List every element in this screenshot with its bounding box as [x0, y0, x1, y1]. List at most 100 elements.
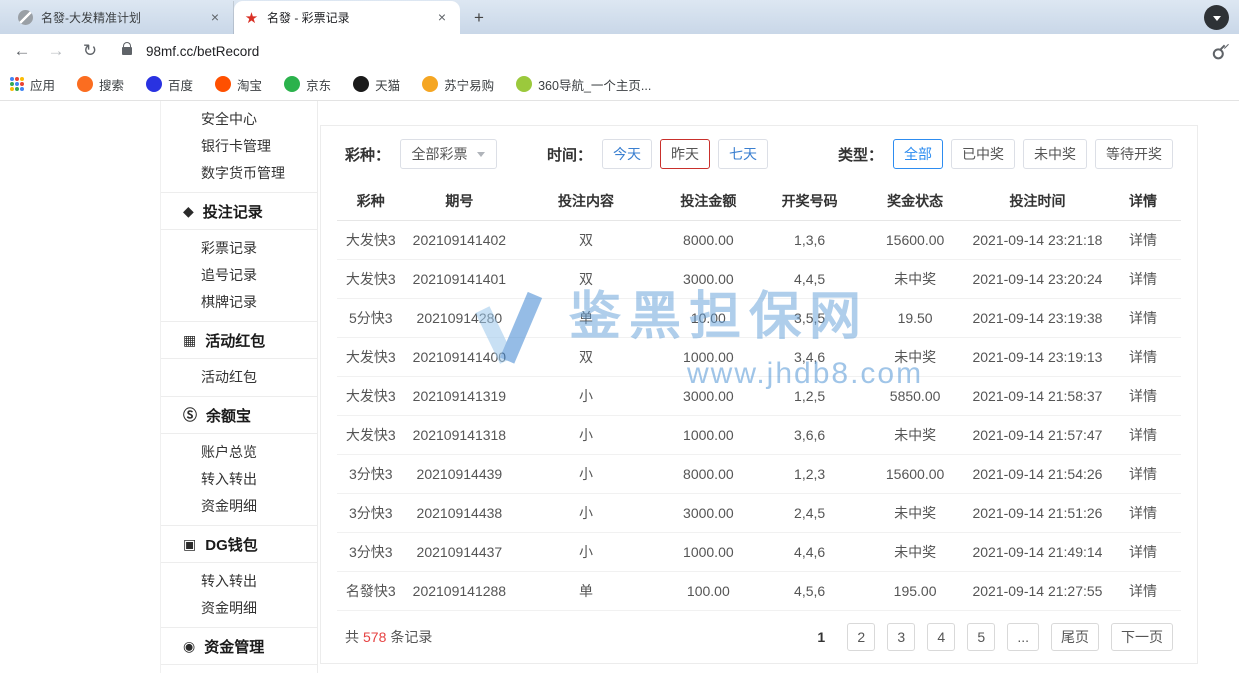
sidebar-item[interactable]: 资金明细: [161, 595, 317, 622]
sidebar-item[interactable]: 银行卡管理: [161, 133, 317, 160]
sidebar-item[interactable]: 转入转出: [161, 466, 317, 493]
bookmark-item[interactable]: 应用: [10, 75, 55, 94]
bet-amount: 1000.00: [658, 415, 759, 454]
detail-link[interactable]: 详情: [1105, 454, 1181, 493]
bookmark-item[interactable]: 淘宝: [215, 75, 262, 94]
sidebar-group: ▦ 活动红包 活动红包: [161, 321, 317, 396]
password-key-icon[interactable]: [1208, 40, 1231, 63]
column-header: 投注时间: [970, 182, 1105, 220]
browser-profile-button[interactable]: [1204, 5, 1229, 30]
detail-link[interactable]: 详情: [1105, 532, 1181, 571]
back-button[interactable]: ←: [12, 41, 32, 61]
column-header: 期号: [405, 182, 515, 220]
apps-grid-icon: [10, 77, 24, 91]
page-number-button[interactable]: 3: [887, 623, 915, 651]
bet-time: 2021-09-14 23:19:38: [970, 298, 1105, 337]
draw-numbers: 1,2,3: [759, 454, 860, 493]
filter-button[interactable]: 今天: [602, 139, 652, 169]
browser-window: 名發-大发精准计划 × ★ 名發 - 彩票记录 × + ← → ↻ 98mf.c…: [0, 0, 1239, 673]
filter-button[interactable]: 七天: [718, 139, 768, 169]
tab-close-icon[interactable]: ×: [434, 10, 450, 26]
lottery-link[interactable]: 大发快3: [337, 376, 405, 415]
prize-status: 未中奖: [860, 259, 970, 298]
sidebar-item[interactable]: 安全中心: [161, 106, 317, 133]
detail-link[interactable]: 详情: [1105, 337, 1181, 376]
draw-numbers: 4,4,6: [759, 532, 860, 571]
detail-link[interactable]: 详情: [1105, 376, 1181, 415]
bet-time: 2021-09-14 21:58:37: [970, 376, 1105, 415]
sidebar-section-header[interactable]: Ⓢ 余额宝: [161, 396, 317, 434]
new-tab-button[interactable]: +: [466, 5, 492, 31]
bookmark-item[interactable]: 360导航_一个主页...: [516, 75, 651, 94]
sidebar-item[interactable]: 转入转出: [161, 568, 317, 595]
360-icon: [516, 76, 532, 92]
lottery-link[interactable]: 3分快3: [337, 532, 405, 571]
table-row: 大发快3202109141402双8000.001,3,615600.00202…: [337, 220, 1181, 259]
issue-number: 202109141288: [405, 571, 515, 610]
sidebar-item[interactable]: 追号记录: [161, 262, 317, 289]
draw-numbers: 2,4,5: [759, 493, 860, 532]
sidebar-section-header[interactable]: ◉ 资金管理: [161, 627, 317, 665]
filter-button[interactable]: 等待开奖: [1095, 139, 1173, 169]
bookmark-item[interactable]: 苏宁易购: [422, 75, 494, 94]
bookmark-item[interactable]: 百度: [146, 75, 193, 94]
sidebar-item[interactable]: 棋牌记录: [161, 289, 317, 316]
bookmark-item[interactable]: 天猫: [353, 75, 400, 94]
bookmark-item[interactable]: 搜索: [77, 75, 124, 94]
lottery-link[interactable]: 名發快3: [337, 571, 405, 610]
page-number-button[interactable]: 4: [927, 623, 955, 651]
detail-link[interactable]: 详情: [1105, 298, 1181, 337]
last-page-button[interactable]: 尾页: [1051, 623, 1099, 651]
bookmark-label: 京东: [306, 75, 331, 94]
browser-tab[interactable]: 名發-大发精准计划 ×: [8, 1, 234, 34]
red-packet-icon: ▦: [183, 333, 196, 347]
reload-button[interactable]: ↻: [80, 41, 100, 61]
page-number-button[interactable]: ...: [1007, 623, 1039, 651]
prize-status: 19.50: [860, 298, 970, 337]
tab-close-icon[interactable]: ×: [207, 10, 223, 26]
lottery-link[interactable]: 大发快3: [337, 337, 405, 376]
filter-button[interactable]: 未中奖: [1023, 139, 1087, 169]
sidebar-section-header[interactable]: ▣ DG钱包: [161, 525, 317, 563]
lottery-link[interactable]: 大发快3: [337, 259, 405, 298]
forward-button[interactable]: →: [46, 41, 66, 61]
table-row: 大发快3202109141319小3000.001,2,55850.002021…: [337, 376, 1181, 415]
sidebar-item[interactable]: 彩票记录: [161, 235, 317, 262]
detail-link[interactable]: 详情: [1105, 259, 1181, 298]
sidebar-section-header[interactable]: ◆ 投注记录: [161, 192, 317, 230]
sidebar-section-header[interactable]: ▦ 活动红包: [161, 321, 317, 359]
bookmark-label: 搜索: [99, 75, 124, 94]
yuebao-icon: Ⓢ: [183, 408, 197, 422]
detail-link[interactable]: 详情: [1105, 493, 1181, 532]
next-page-button[interactable]: 下一页: [1111, 623, 1173, 651]
lottery-link[interactable]: 大发快3: [337, 220, 405, 259]
detail-link[interactable]: 详情: [1105, 220, 1181, 259]
sidebar-item[interactable]: 资金明细: [161, 493, 317, 520]
filter-button[interactable]: 昨天: [660, 139, 710, 169]
sidebar-item[interactable]: 活动红包: [161, 364, 317, 391]
filter-button[interactable]: 全部: [893, 139, 943, 169]
https-lock-icon[interactable]: [122, 47, 132, 55]
detail-link[interactable]: 详情: [1105, 571, 1181, 610]
bookmark-item[interactable]: 京东: [284, 75, 331, 94]
url-text[interactable]: 98mf.cc/betRecord: [146, 44, 1197, 59]
lottery-link[interactable]: 5分快3: [337, 298, 405, 337]
lottery-link[interactable]: 3分快3: [337, 454, 405, 493]
lottery-filter-label: 彩种：: [345, 144, 390, 165]
page-number-button[interactable]: 1: [807, 623, 835, 651]
lottery-select[interactable]: 全部彩票: [400, 139, 497, 169]
lottery-link[interactable]: 大发快3: [337, 415, 405, 454]
suning-icon: [422, 76, 438, 92]
page-number-button[interactable]: 2: [847, 623, 875, 651]
bet-amount: 8000.00: [658, 220, 759, 259]
lottery-link[interactable]: 3分快3: [337, 493, 405, 532]
filter-button[interactable]: 已中奖: [951, 139, 1015, 169]
sidebar-item[interactable]: 账户总览: [161, 439, 317, 466]
sidebar-item[interactable]: 数字货币管理: [161, 160, 317, 187]
bet-time: 2021-09-14 21:57:47: [970, 415, 1105, 454]
bet-time: 2021-09-14 23:19:13: [970, 337, 1105, 376]
browser-tab[interactable]: ★ 名發 - 彩票记录 ×: [234, 1, 460, 34]
detail-link[interactable]: 详情: [1105, 415, 1181, 454]
issue-number: 20210914280: [405, 298, 515, 337]
page-number-button[interactable]: 5: [967, 623, 995, 651]
